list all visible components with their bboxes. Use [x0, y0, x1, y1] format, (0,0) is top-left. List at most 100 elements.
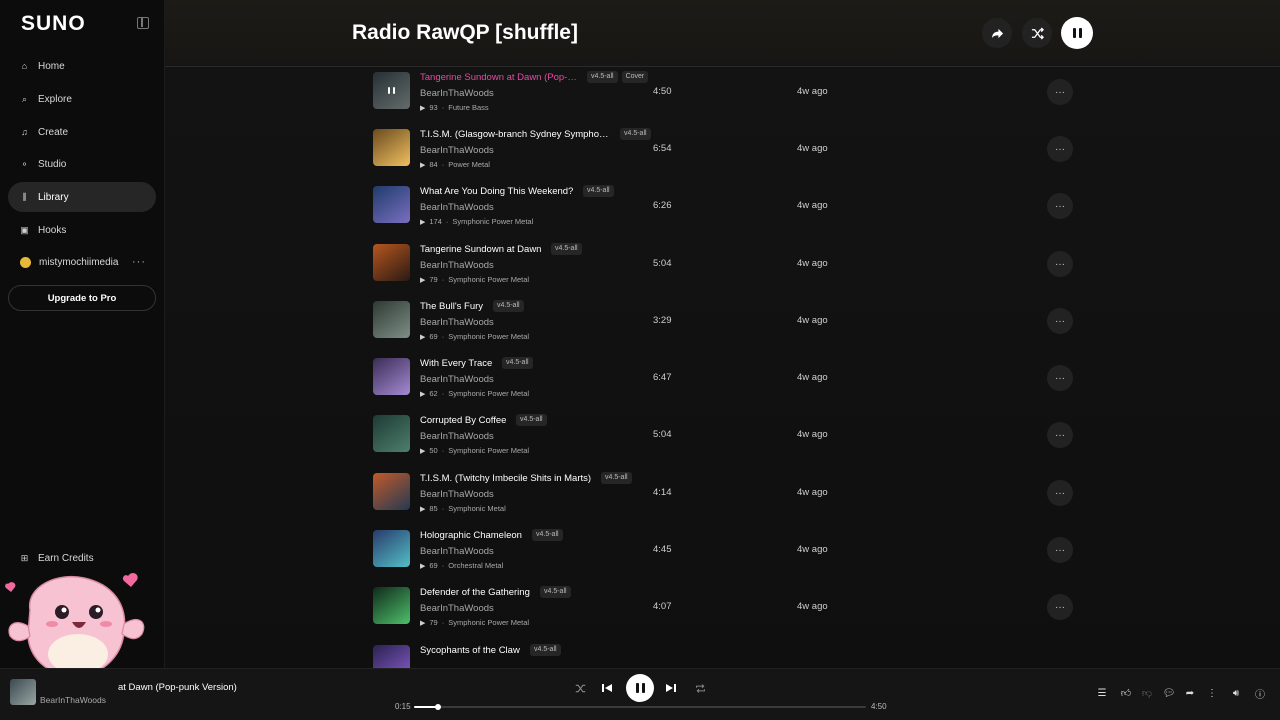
- song-artist[interactable]: BearInThaWoods: [420, 489, 494, 500]
- more-vertical-icon[interactable]: ⋮: [1205, 686, 1219, 700]
- sidebar-item-create[interactable]: ♫ Create: [8, 117, 156, 147]
- user-more-icon[interactable]: ···: [132, 256, 146, 268]
- more-options-button[interactable]: ···: [1047, 79, 1073, 105]
- song-genre[interactable]: Symphonic Power Metal: [448, 275, 529, 284]
- song-title[interactable]: T.I.S.M. (Glasgow-branch Sydney Symphony…: [420, 129, 610, 140]
- dislike-icon[interactable]: 👎︎: [1140, 686, 1154, 700]
- song-genre[interactable]: Symphonic Power Metal: [448, 618, 529, 627]
- song-row[interactable]: Tangerine Sundown at Dawn (Pop-punk Vers…: [165, 65, 1280, 122]
- sidebar-item-hooks[interactable]: ▣ Hooks: [8, 215, 156, 245]
- main-play-pause-button[interactable]: [626, 674, 654, 702]
- now-playing-title[interactable]: at Dawn (Pop-punk Version): [118, 682, 237, 693]
- song-thumbnail[interactable]: [373, 473, 410, 510]
- queue-icon[interactable]: ☰: [1095, 686, 1109, 700]
- song-title[interactable]: Sycophants of the Claw: [420, 645, 520, 656]
- song-genre[interactable]: Symphonic Power Metal: [452, 217, 533, 226]
- sidebar-item-earn-credits[interactable]: ⊞ Earn Credits: [8, 543, 156, 573]
- song-genre[interactable]: Symphonic Power Metal: [448, 389, 529, 398]
- volume-icon[interactable]: 🔊︎: [1229, 686, 1243, 700]
- song-title[interactable]: The Bull's Fury: [420, 301, 483, 312]
- song-title[interactable]: With Every Trace: [420, 358, 492, 369]
- shuffle-button[interactable]: [1022, 18, 1052, 48]
- song-artist[interactable]: BearInThaWoods: [420, 260, 494, 271]
- suno-logo[interactable]: SUNO: [21, 12, 86, 36]
- song-thumbnail[interactable]: [373, 129, 410, 166]
- more-options-button[interactable]: ···: [1047, 365, 1073, 391]
- song-artist[interactable]: BearInThaWoods: [420, 603, 494, 614]
- info-icon[interactable]: ⓘ: [1253, 686, 1267, 701]
- song-title[interactable]: Defender of the Gathering: [420, 587, 530, 598]
- more-options-button[interactable]: ···: [1047, 537, 1073, 563]
- sidebar-user[interactable]: mistymochiimedia ···: [8, 247, 156, 277]
- song-thumbnail[interactable]: [373, 72, 410, 109]
- sidebar-item-explore[interactable]: ⌕ Explore: [8, 84, 156, 114]
- like-icon[interactable]: 👍︎: [1119, 686, 1133, 700]
- song-genre[interactable]: Future Bass: [448, 103, 488, 112]
- sidebar-item-library[interactable]: ⫼ Library: [8, 182, 156, 212]
- song-title[interactable]: Tangerine Sundown at Dawn (Pop-punk Vers…: [420, 72, 577, 83]
- song-genre[interactable]: Symphonic Power Metal: [448, 332, 529, 341]
- now-playing-thumbnail[interactable]: [10, 679, 36, 705]
- sidebar-item-studio[interactable]: ⚬ Studio: [8, 149, 156, 179]
- play-pause-button[interactable]: [1061, 17, 1093, 49]
- meta-separator: ·: [441, 103, 445, 112]
- share-button[interactable]: [982, 18, 1012, 48]
- song-genre[interactable]: Symphonic Metal: [448, 504, 506, 513]
- song-genre[interactable]: Power Metal: [448, 160, 490, 169]
- song-thumbnail[interactable]: [373, 645, 410, 668]
- song-title[interactable]: Tangerine Sundown at Dawn: [420, 244, 541, 255]
- song-row[interactable]: Tangerine Sundown at Dawn v4.5-all BearInT…: [165, 237, 1280, 294]
- song-row[interactable]: With Every Trace v4.5-all BearInThaWoods ▶ 6…: [165, 351, 1280, 408]
- more-options-button[interactable]: ···: [1047, 308, 1073, 334]
- song-title[interactable]: Holographic Chameleon: [420, 530, 522, 541]
- more-options-button[interactable]: ···: [1047, 480, 1073, 506]
- more-options-button[interactable]: ···: [1047, 193, 1073, 219]
- next-button[interactable]: [661, 678, 681, 698]
- song-row[interactable]: Defender of the Gathering v4.5-all BearInT…: [165, 580, 1280, 637]
- more-options-button[interactable]: ···: [1047, 251, 1073, 277]
- more-options-button[interactable]: ···: [1047, 594, 1073, 620]
- progress-knob[interactable]: [434, 704, 441, 710]
- song-thumbnail[interactable]: [373, 587, 410, 624]
- song-artist[interactable]: BearInThaWoods: [420, 374, 494, 385]
- song-artist[interactable]: BearInThaWoods: [420, 145, 494, 156]
- song-meta: ▶ 85 · Symphonic Metal: [420, 504, 506, 513]
- comment-icon[interactable]: 💬︎: [1162, 686, 1176, 700]
- sidebar-item-home[interactable]: ⌂ Home: [8, 51, 156, 81]
- song-row[interactable]: Sycophants of the Claw v4.5-all: [165, 638, 1280, 668]
- sidebar-collapse-icon[interactable]: [137, 17, 149, 29]
- song-title[interactable]: What Are You Doing This Weekend?: [420, 186, 573, 197]
- now-playing-artist[interactable]: BearInThaWoods: [40, 695, 106, 705]
- upgrade-button[interactable]: Upgrade to Pro: [8, 285, 156, 311]
- song-row[interactable]: Holographic Chameleon v4.5-all BearInThaWo…: [165, 523, 1280, 580]
- song-row[interactable]: T.I.S.M. (Glasgow-branch Sydney Symphony…: [165, 122, 1280, 179]
- more-options-button[interactable]: ···: [1047, 422, 1073, 448]
- song-artist[interactable]: BearInThaWoods: [420, 431, 494, 442]
- version-badge: v4.5-all: [502, 357, 533, 369]
- shuffle-control[interactable]: [570, 678, 590, 698]
- previous-button[interactable]: [597, 678, 617, 698]
- song-row[interactable]: Corrupted By Coffee v4.5-all BearInThaWood…: [165, 408, 1280, 465]
- song-thumbnail[interactable]: [373, 358, 410, 395]
- shuffle-icon: [575, 684, 585, 692]
- song-genre[interactable]: Orchestral Metal: [448, 561, 503, 570]
- song-row[interactable]: The Bull's Fury v4.5-all BearInThaWoods ▶ 69…: [165, 294, 1280, 351]
- song-thumbnail[interactable]: [373, 244, 410, 281]
- song-title[interactable]: T.I.S.M. (Twitchy Imbecile Shits in Mart…: [420, 473, 591, 484]
- repeat-button[interactable]: [690, 678, 710, 698]
- song-row[interactable]: T.I.S.M. (Twitchy Imbecile Shits in Mart…: [165, 466, 1280, 523]
- song-artist[interactable]: BearInThaWoods: [420, 546, 494, 557]
- song-thumbnail[interactable]: [373, 301, 410, 338]
- progress-slider[interactable]: [414, 704, 866, 710]
- song-row[interactable]: What Are You Doing This Weekend? v4.5-all…: [165, 179, 1280, 236]
- song-title[interactable]: Corrupted By Coffee: [420, 415, 506, 426]
- song-thumbnail[interactable]: [373, 415, 410, 452]
- song-artist[interactable]: BearInThaWoods: [420, 88, 494, 99]
- song-artist[interactable]: BearInThaWoods: [420, 317, 494, 328]
- song-genre[interactable]: Symphonic Power Metal: [448, 446, 529, 455]
- share-icon[interactable]: ➦: [1183, 686, 1197, 700]
- song-thumbnail[interactable]: [373, 186, 410, 223]
- song-artist[interactable]: BearInThaWoods: [420, 202, 494, 213]
- more-options-button[interactable]: ···: [1047, 136, 1073, 162]
- song-thumbnail[interactable]: [373, 530, 410, 567]
